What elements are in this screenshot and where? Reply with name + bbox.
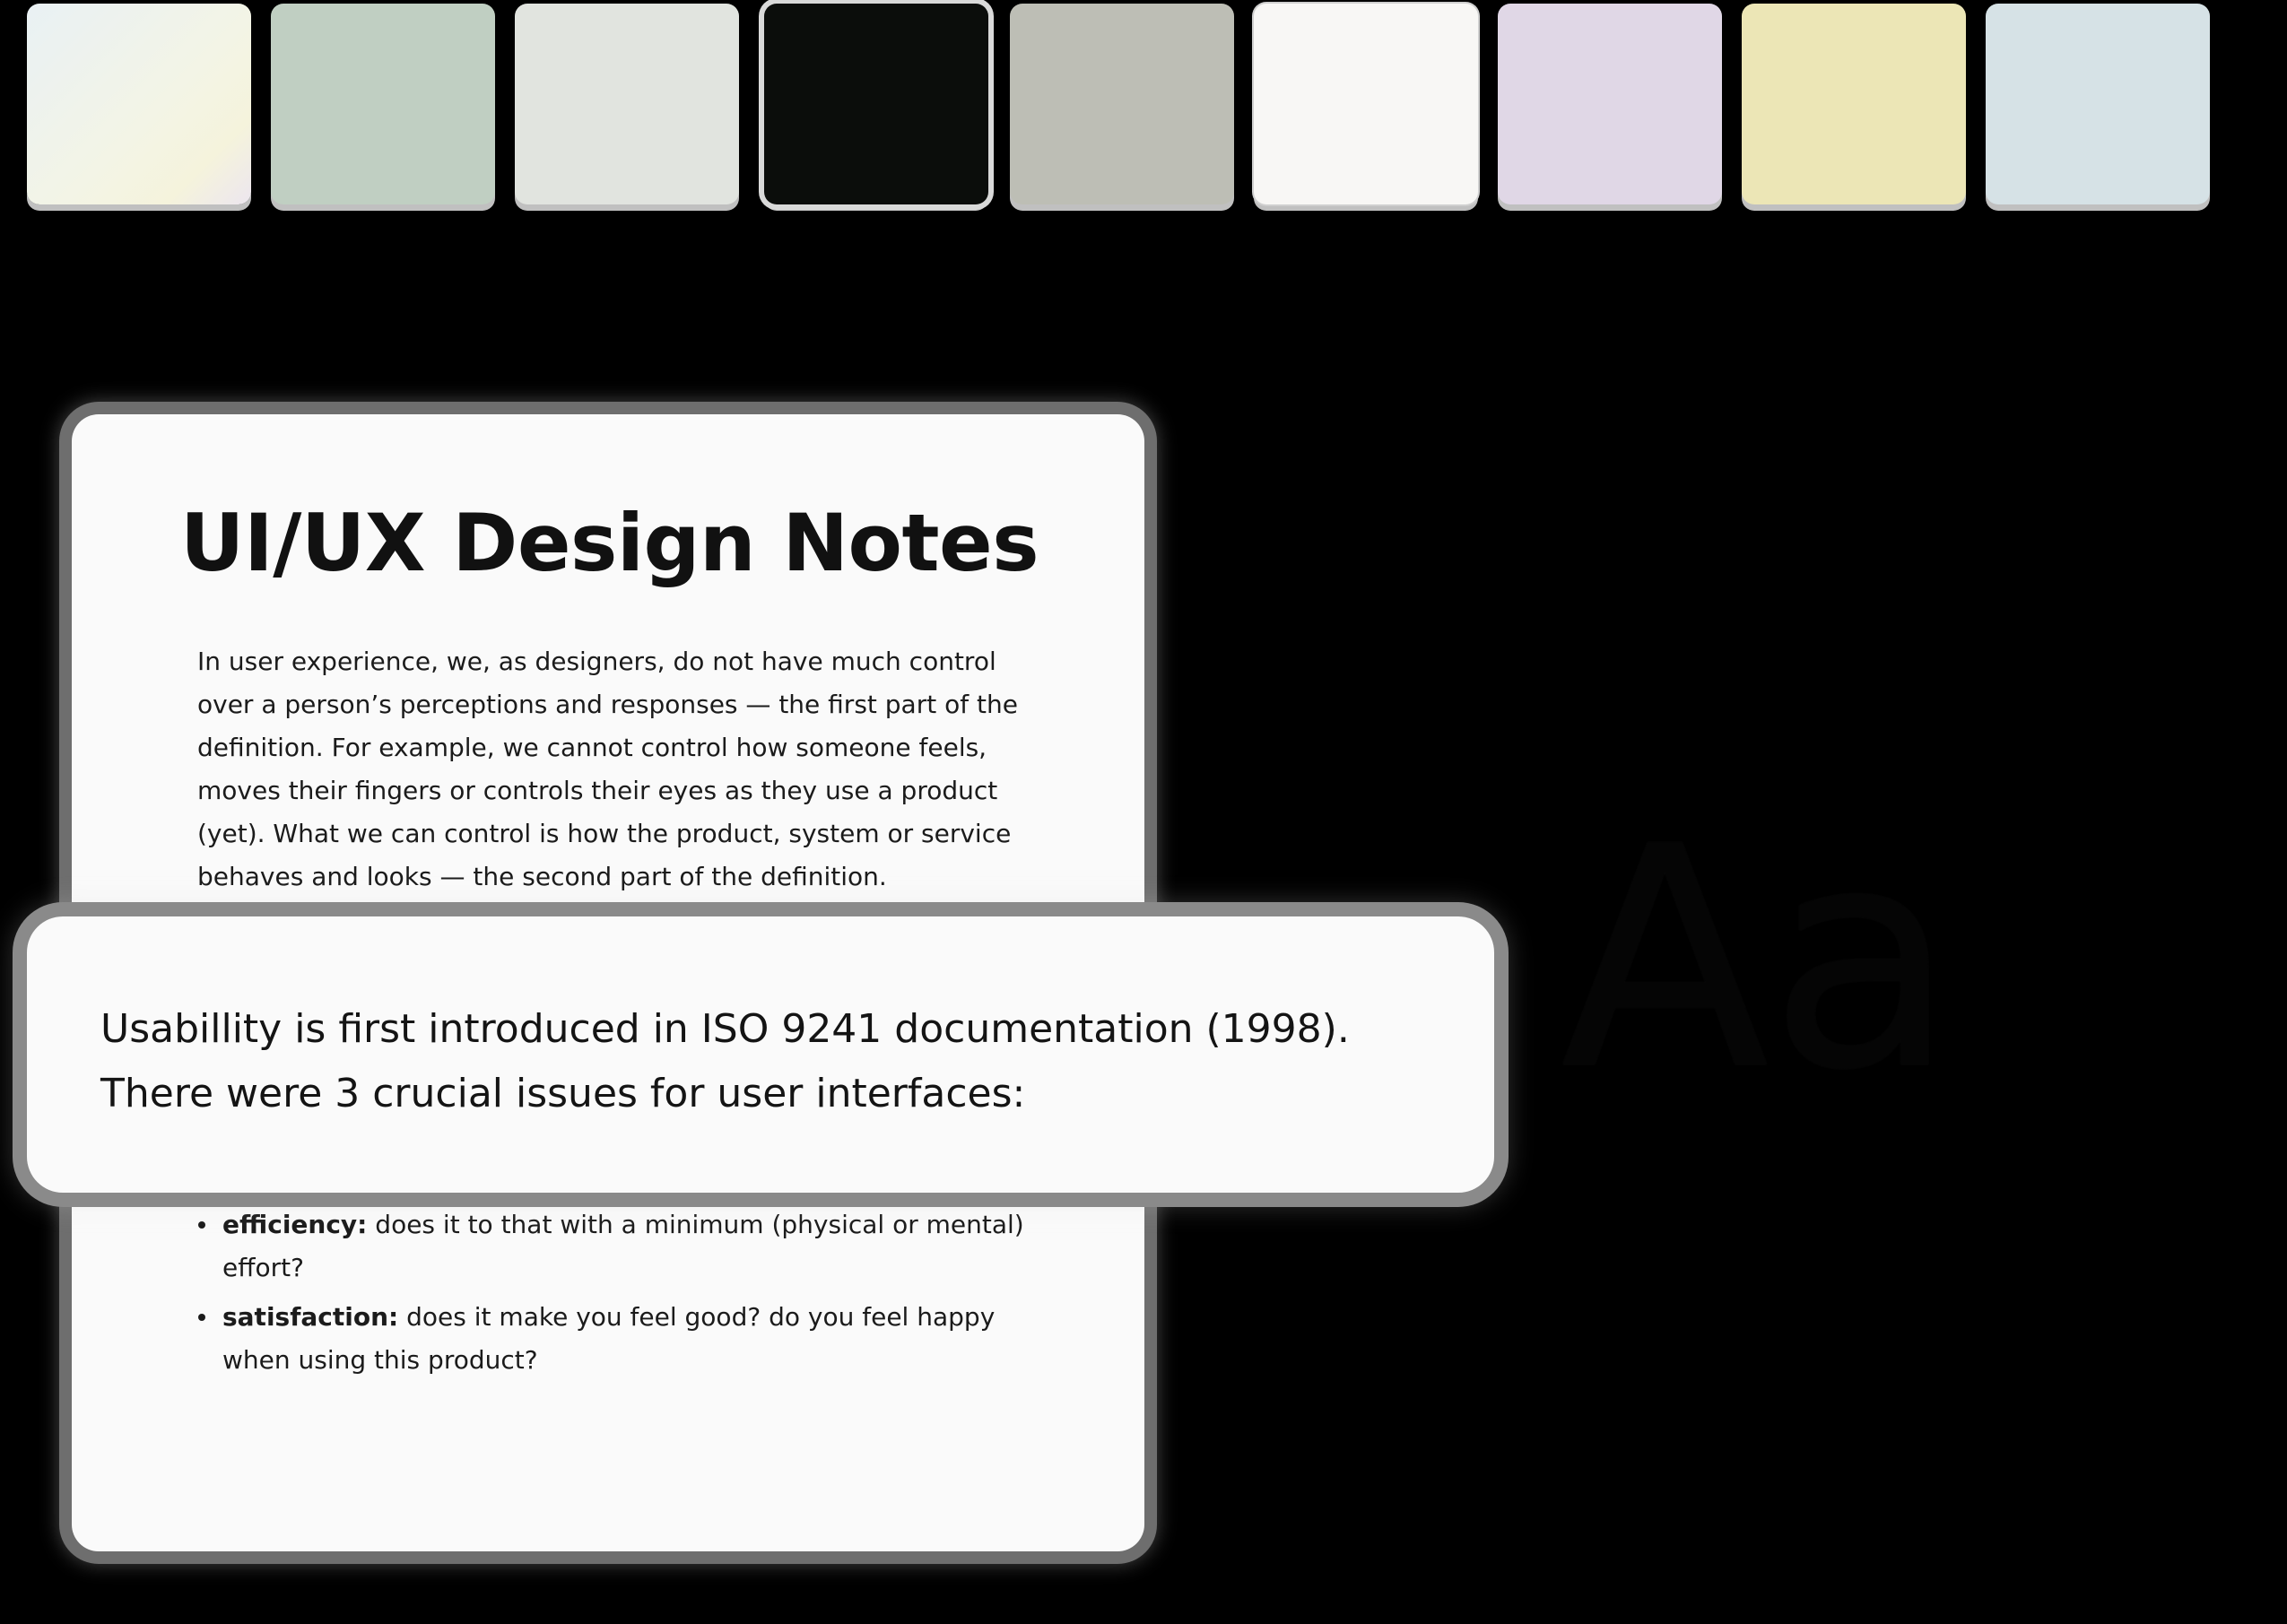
swatch-sage-green — [271, 4, 495, 204]
notes-intro-paragraph: In user experience, we, as designers, do… — [197, 647, 1018, 891]
swatch-iridescent-white — [27, 4, 251, 204]
swatch-stone-gray — [1010, 4, 1234, 204]
issue-term: efficiency: — [222, 1210, 368, 1239]
swatch-pale-gray — [515, 4, 739, 204]
list-item: satisfaction: does it make you feel good… — [197, 1296, 1058, 1382]
usability-issue-list: efficiency: does it to that with a minim… — [197, 1203, 1058, 1388]
notes-title: UI/UX Design Notes — [180, 497, 1039, 589]
swatch-off-white — [1254, 4, 1478, 204]
swatch-lavender — [1498, 4, 1722, 204]
type-specimen-glyphs: Aa — [1561, 782, 1956, 1137]
list-item: efficiency: does it to that with a minim… — [197, 1203, 1058, 1290]
swatch-pale-blue — [1986, 4, 2210, 204]
swatch-pale-yellow — [1742, 4, 1966, 204]
swatch-black — [764, 4, 988, 204]
usability-callout: Usabillity is first introduced in ISO 92… — [27, 916, 1494, 1193]
color-swatch-row — [27, 4, 2215, 212]
issue-term: satisfaction: — [222, 1302, 399, 1332]
callout-text: Usabillity is first introduced in ISO 92… — [100, 1006, 1350, 1116]
